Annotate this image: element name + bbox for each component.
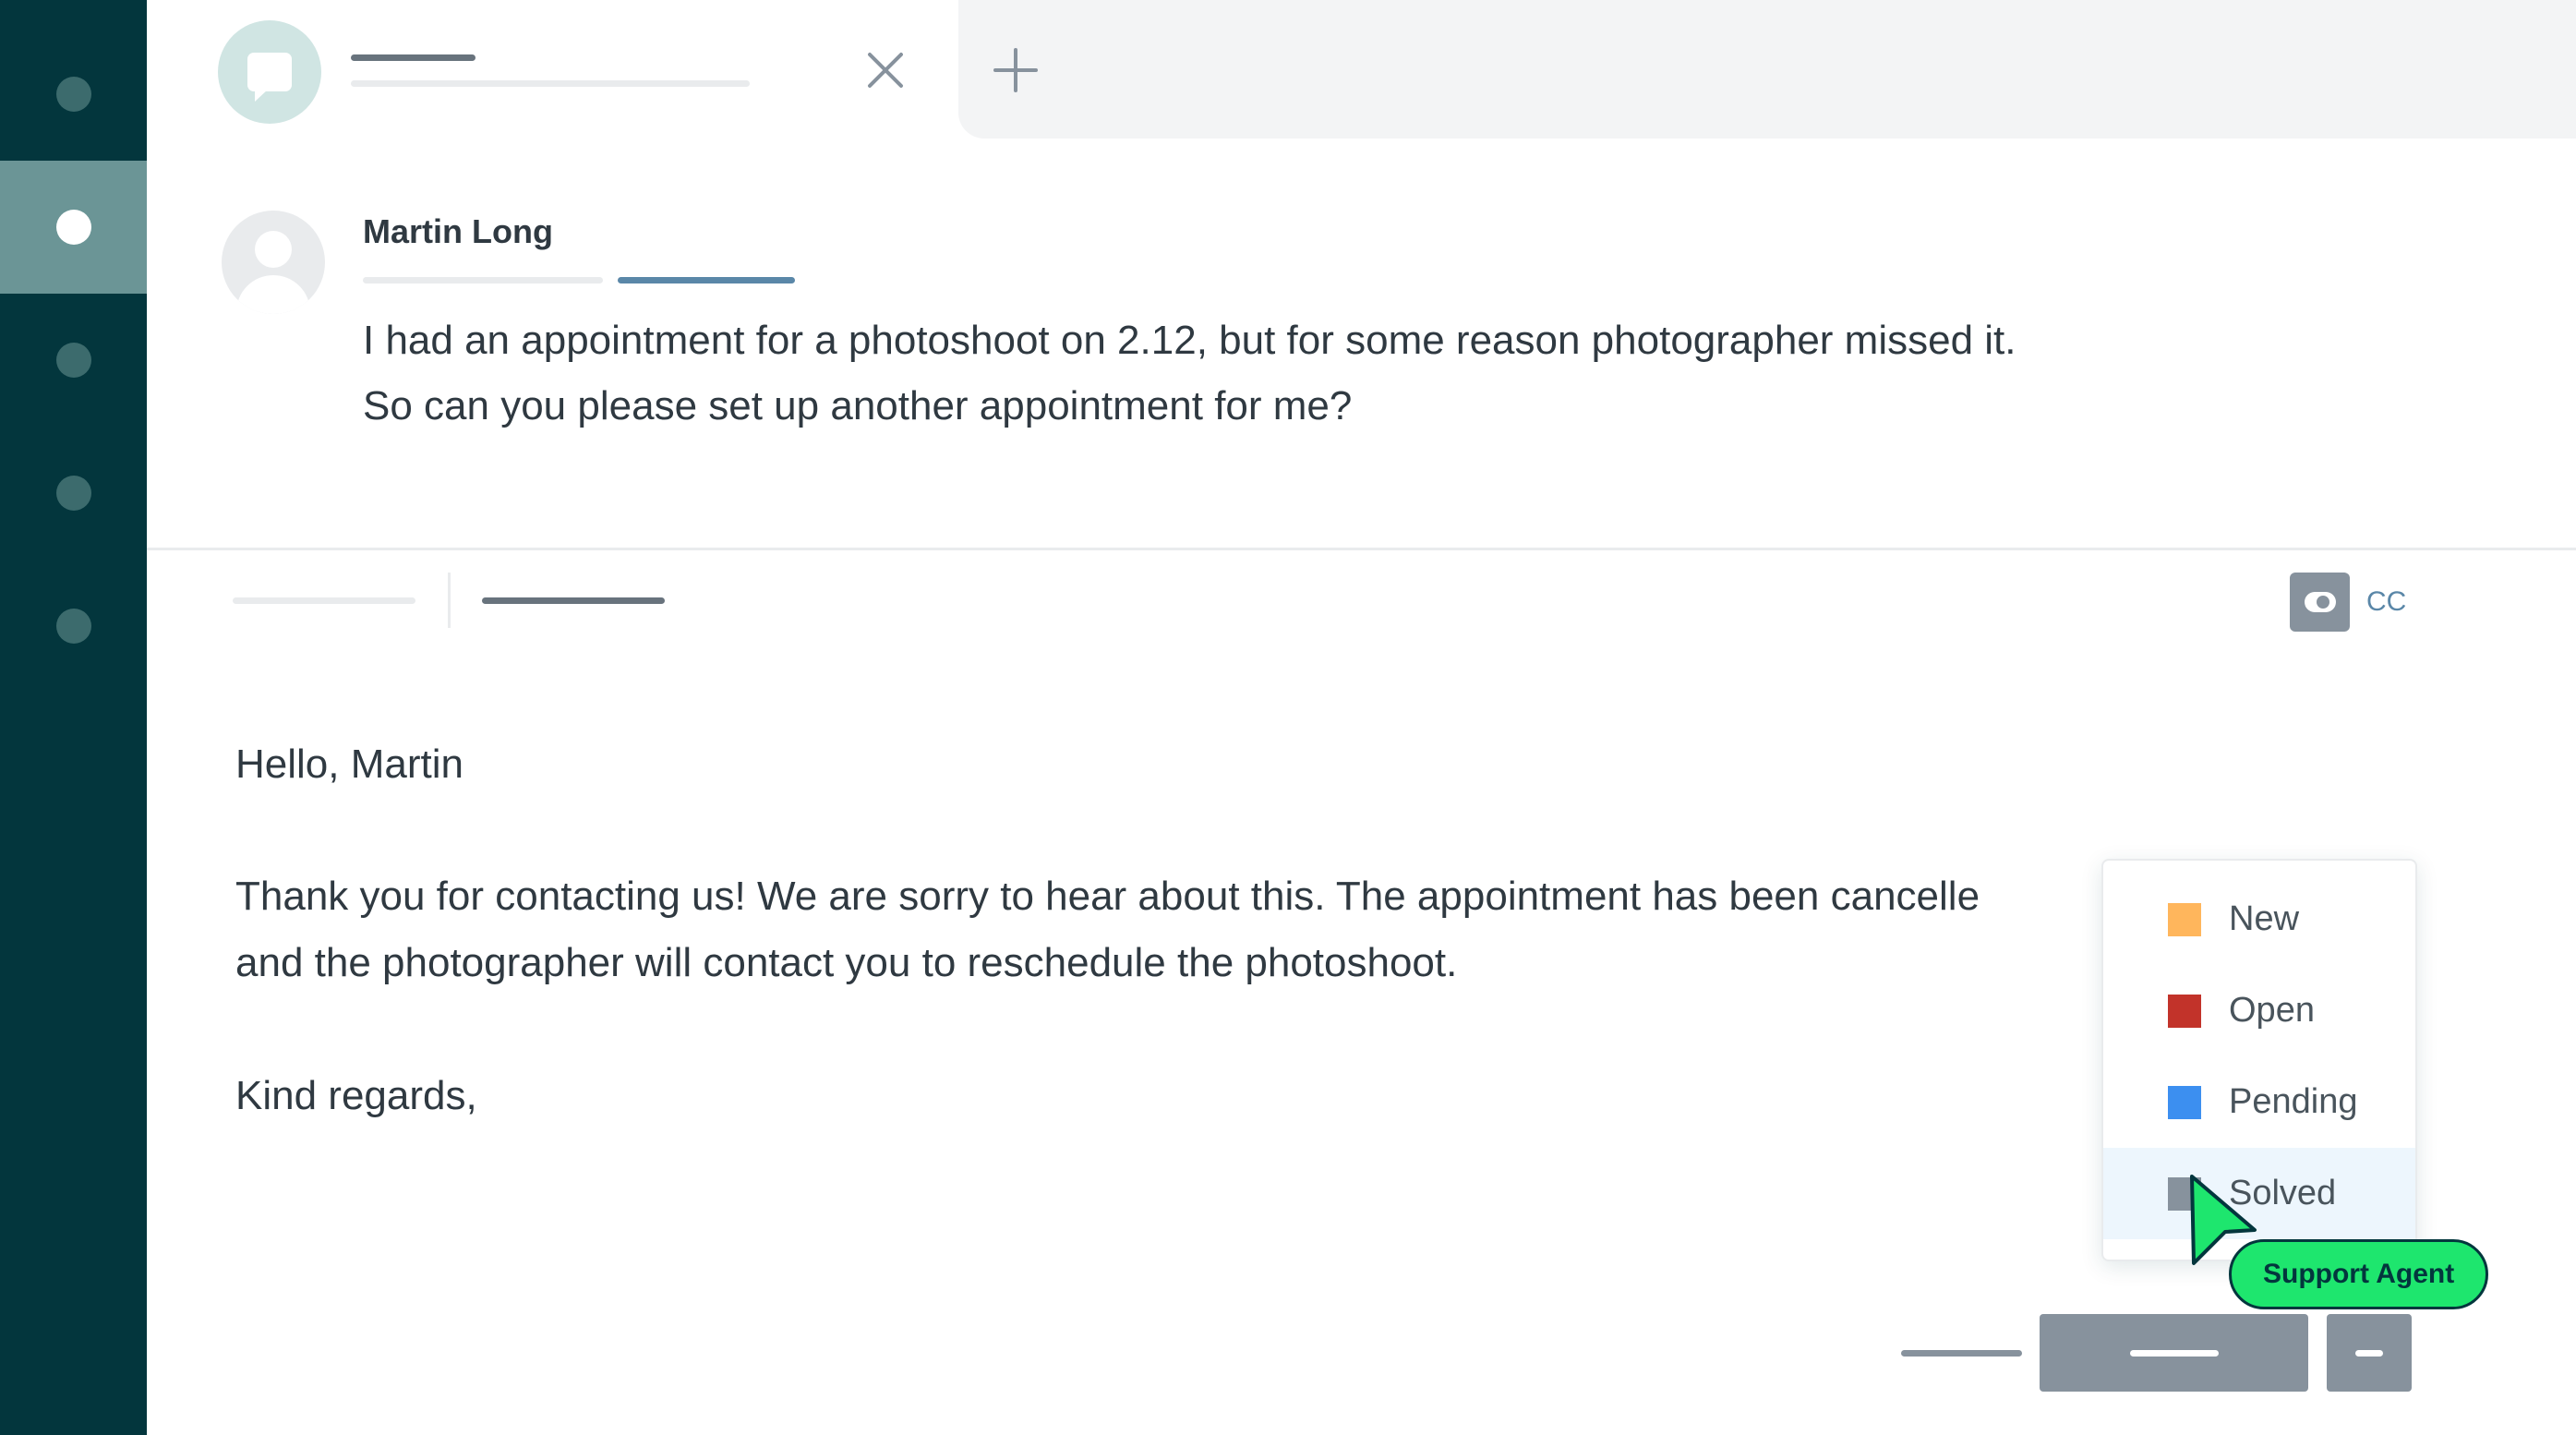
status-option-label: Open xyxy=(2229,991,2315,1030)
chat-bubble-icon[interactable] xyxy=(218,20,321,124)
bottom-action-link[interactable] xyxy=(1901,1350,2022,1357)
sidebar-item-1[interactable] xyxy=(0,28,147,161)
reply-text-line[interactable]: Thank you for contacting us! We are sorr… xyxy=(235,874,1980,920)
nav-dot-icon xyxy=(55,609,91,644)
cc-link[interactable]: CC xyxy=(2366,586,2406,618)
avatar xyxy=(222,211,325,314)
message-meta-placeholder xyxy=(363,277,603,283)
tab-bar-background xyxy=(958,0,2576,139)
divider xyxy=(448,573,451,628)
reply-text-line[interactable]: and the photographer will contact you to… xyxy=(235,940,1457,986)
nav-dot-icon xyxy=(55,476,91,511)
status-option-label: New xyxy=(2229,899,2300,938)
divider xyxy=(147,548,2576,550)
cursor-label: Support Agent xyxy=(2229,1239,2489,1309)
reply-text-line[interactable]: Kind regards, xyxy=(235,1073,477,1119)
toggle-icon[interactable] xyxy=(2290,573,2350,632)
status-swatch xyxy=(2168,1085,2201,1119)
plus-icon[interactable] xyxy=(993,48,1038,92)
reply-channel-placeholder[interactable] xyxy=(233,597,415,604)
status-option-new[interactable]: New xyxy=(2103,874,2415,965)
sidebar xyxy=(0,0,147,1435)
status-swatch xyxy=(2168,902,2201,936)
tab-subtitle-placeholder xyxy=(351,80,750,87)
message-text-line: I had an appointment for a photoshoot on… xyxy=(363,318,2016,363)
status-option-pending[interactable]: Pending xyxy=(2103,1056,2415,1148)
sidebar-item-2[interactable] xyxy=(0,161,147,294)
message-author[interactable]: Martin Long xyxy=(363,212,553,251)
status-option-open[interactable]: Open xyxy=(2103,965,2415,1056)
message-meta-link[interactable] xyxy=(618,277,795,283)
submit-button[interactable] xyxy=(2040,1314,2308,1392)
sidebar-item-4[interactable] xyxy=(0,427,147,560)
status-swatch xyxy=(2168,994,2201,1028)
sidebar-item-3[interactable] xyxy=(0,294,147,427)
reply-recipient-placeholder[interactable] xyxy=(482,597,665,604)
message-text-line: So can you please set up another appoint… xyxy=(363,383,1353,428)
close-icon[interactable] xyxy=(863,48,908,92)
sidebar-item-5[interactable] xyxy=(0,560,147,693)
submit-options-button[interactable] xyxy=(2327,1314,2412,1392)
nav-dot-icon xyxy=(55,210,91,245)
nav-dot-icon xyxy=(55,343,91,378)
nav-dot-icon xyxy=(55,77,91,112)
reply-text-line[interactable]: Hello, Martin xyxy=(235,742,463,788)
status-option-label: Pending xyxy=(2229,1082,2358,1121)
tab-title-placeholder[interactable] xyxy=(351,54,475,61)
